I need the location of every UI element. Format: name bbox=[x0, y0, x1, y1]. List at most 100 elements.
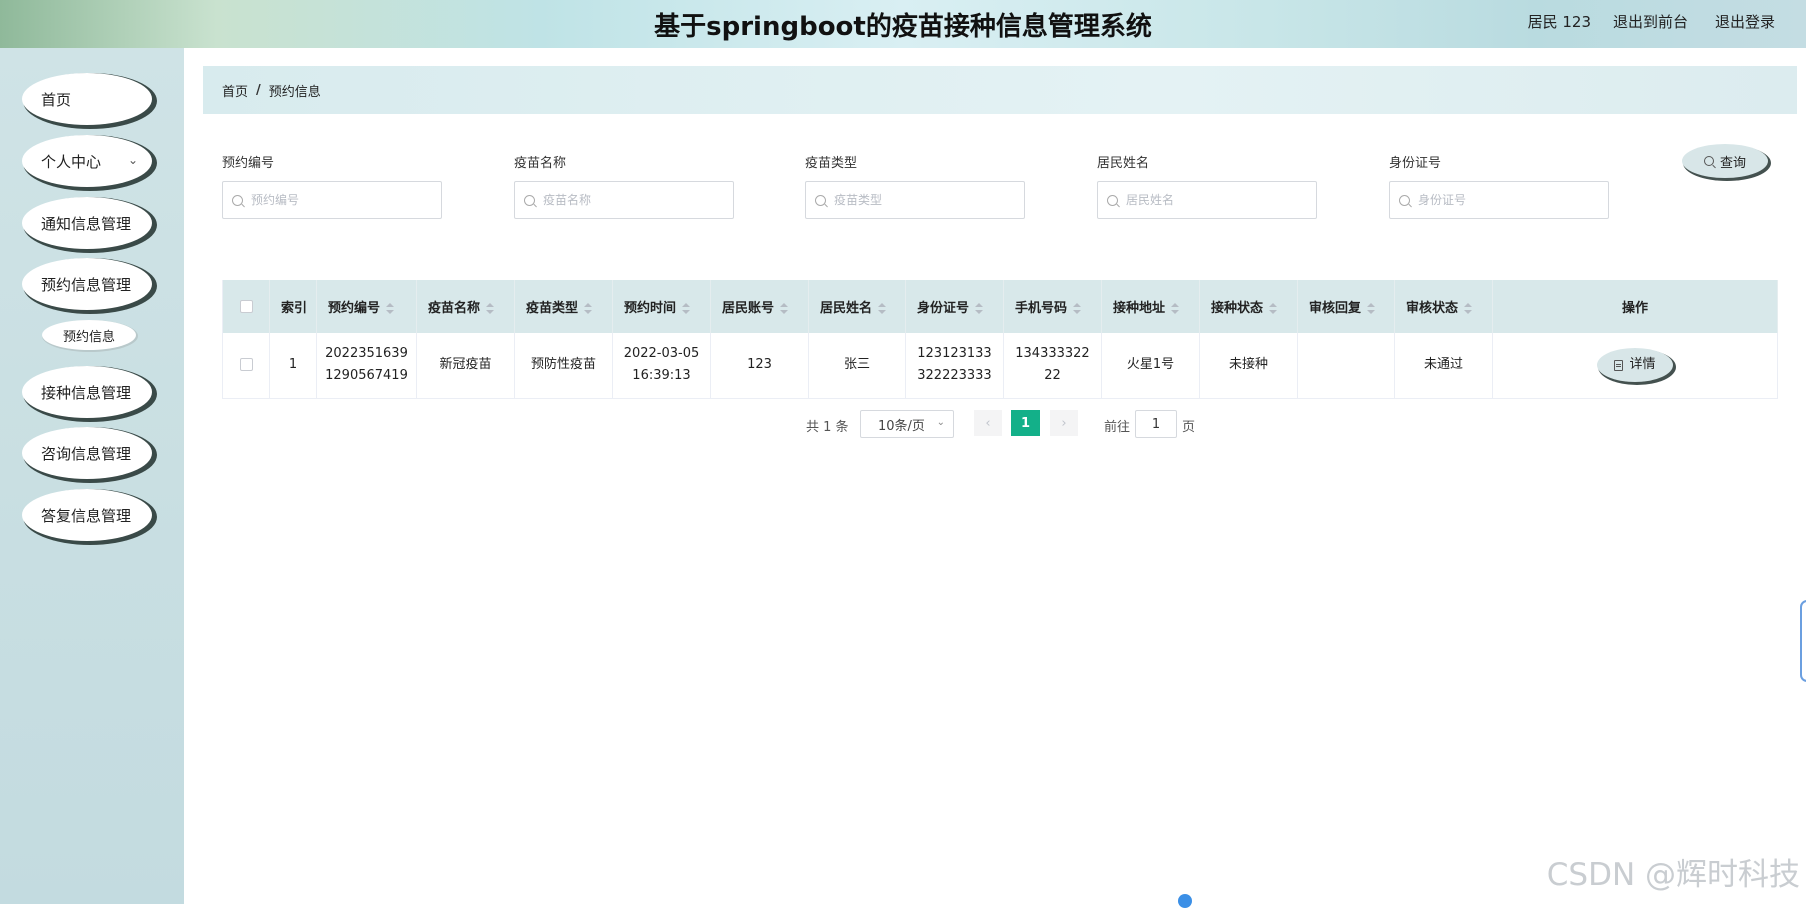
breadcrumb-home[interactable]: 首页 bbox=[222, 81, 248, 100]
sort-icon[interactable] bbox=[975, 303, 983, 315]
col-header-id-no[interactable]: 身份证号 bbox=[906, 280, 1004, 333]
sidebar-item-notice[interactable]: 通知信息管理 bbox=[22, 197, 152, 249]
sort-icon[interactable] bbox=[780, 303, 788, 315]
scroll-indicator[interactable] bbox=[1178, 894, 1192, 908]
sort-icon[interactable] bbox=[486, 303, 494, 315]
sidebar-item-reply[interactable]: 答复信息管理 bbox=[22, 489, 152, 541]
sort-icon[interactable] bbox=[1367, 303, 1375, 315]
col-header-order-no[interactable]: 预约编号 bbox=[317, 280, 417, 333]
col-header-address[interactable]: 接种地址 bbox=[1102, 280, 1200, 333]
field-label: 疫苗类型 bbox=[805, 152, 1027, 172]
col-header-review-status[interactable]: 审核状态 bbox=[1395, 280, 1493, 333]
sidebar-item-label: 个人中心 bbox=[41, 151, 101, 172]
sort-icon[interactable] bbox=[1073, 303, 1081, 315]
logout-link[interactable]: 退出登录 bbox=[1715, 11, 1775, 32]
chevron-down-icon: ⌄ bbox=[128, 153, 138, 167]
sidebar: 首页 个人中心⌄ 通知信息管理 预约信息管理 预约信息 接种信息管理 咨询信息管… bbox=[0, 48, 184, 904]
prev-page-button[interactable]: ‹ bbox=[974, 410, 1002, 436]
col-header-time[interactable]: 预约时间 bbox=[613, 280, 711, 333]
cell-review-reply bbox=[1298, 333, 1395, 398]
search-input-box[interactable] bbox=[805, 181, 1025, 219]
sort-icon[interactable] bbox=[584, 303, 592, 315]
search-field-resident-name: 居民姓名 bbox=[1097, 152, 1319, 219]
cell-time: 2022-03-0516:39:13 bbox=[613, 333, 711, 398]
detail-button-label: 详情 bbox=[1629, 354, 1655, 376]
sort-icon[interactable] bbox=[1171, 303, 1179, 315]
cell-phone: 13433332222 bbox=[1004, 333, 1102, 398]
sidebar-item-label: 答复信息管理 bbox=[41, 505, 131, 526]
cell-vaccine-name: 新冠疫苗 bbox=[417, 333, 515, 398]
search-field-vaccine-type: 疫苗类型 bbox=[805, 152, 1027, 219]
resident-name-input[interactable] bbox=[1126, 193, 1306, 207]
field-label: 疫苗名称 bbox=[514, 152, 736, 172]
id-no-input[interactable] bbox=[1418, 193, 1598, 207]
select-all-checkbox[interactable] bbox=[240, 300, 253, 313]
cell-id-no: 123123133322223333 bbox=[906, 333, 1004, 398]
page-number-1[interactable]: 1 bbox=[1011, 410, 1040, 436]
sidebar-subitem-appointment-info[interactable]: 预约信息 bbox=[42, 320, 136, 350]
goto-label: 前往 bbox=[1104, 416, 1130, 435]
sidebar-item-appointment[interactable]: 预约信息管理 bbox=[22, 258, 152, 310]
watermark: CSDN @辉时科技 bbox=[1547, 849, 1800, 894]
row-checkbox[interactable] bbox=[240, 358, 253, 371]
search-input-box[interactable] bbox=[1097, 181, 1317, 219]
sort-icon[interactable] bbox=[878, 303, 886, 315]
side-widget[interactable] bbox=[1800, 600, 1806, 682]
search-icon bbox=[815, 195, 826, 206]
search-input-box[interactable] bbox=[514, 181, 734, 219]
page-size-select[interactable]: 10条/页 ⌄ bbox=[860, 410, 954, 438]
field-label: 身份证号 bbox=[1389, 152, 1611, 172]
sort-icon[interactable] bbox=[386, 303, 394, 315]
vaccine-name-input[interactable] bbox=[543, 193, 723, 207]
sidebar-item-label: 首页 bbox=[41, 89, 71, 110]
col-header-vaccine-name[interactable]: 疫苗名称 bbox=[417, 280, 515, 333]
detail-button[interactable]: 详情 bbox=[1597, 348, 1673, 382]
back-to-front-link[interactable]: 退出到前台 bbox=[1613, 11, 1688, 32]
breadcrumb-current: 预约信息 bbox=[269, 81, 321, 100]
col-header-review-reply[interactable]: 审核回复 bbox=[1298, 280, 1395, 333]
sidebar-item-personal-center[interactable]: 个人中心 ⌄ bbox=[22, 135, 152, 187]
cell-account: 123 bbox=[711, 333, 809, 398]
search-icon bbox=[1704, 156, 1714, 166]
search-field-vaccine-name: 疫苗名称 bbox=[514, 152, 736, 219]
document-icon bbox=[1614, 360, 1623, 371]
col-header-phone[interactable]: 手机号码 bbox=[1004, 280, 1102, 333]
goto-page-input[interactable] bbox=[1135, 410, 1177, 438]
col-header-name[interactable]: 居民姓名 bbox=[809, 280, 906, 333]
query-button-label: 查询 bbox=[1720, 152, 1746, 171]
col-header-vacc-status[interactable]: 接种状态 bbox=[1200, 280, 1298, 333]
sidebar-item-label: 通知信息管理 bbox=[41, 213, 131, 234]
cell-vaccine-type: 预防性疫苗 bbox=[515, 333, 613, 398]
row-select-cell bbox=[223, 333, 270, 398]
next-page-button[interactable]: › bbox=[1050, 410, 1078, 436]
page-size-value: 10条/页 bbox=[878, 415, 925, 434]
sort-icon[interactable] bbox=[1269, 303, 1277, 315]
appointment-table: 索引 预约编号 疫苗名称 疫苗类型 预约时间 居民账号 居民姓名 身份证号 手机… bbox=[222, 280, 1778, 399]
col-header-account[interactable]: 居民账号 bbox=[711, 280, 809, 333]
search-input-box[interactable] bbox=[222, 181, 442, 219]
cell-address: 火星1号 bbox=[1102, 333, 1200, 398]
cell-name: 张三 bbox=[809, 333, 906, 398]
col-header-vaccine-type[interactable]: 疫苗类型 bbox=[515, 280, 613, 333]
field-label: 居民姓名 bbox=[1097, 152, 1319, 172]
order-no-input[interactable] bbox=[251, 193, 431, 207]
cell-index: 1 bbox=[270, 333, 317, 398]
search-icon bbox=[524, 195, 535, 206]
search-field-order-no: 预约编号 bbox=[222, 152, 444, 219]
sort-icon[interactable] bbox=[1464, 303, 1472, 315]
sort-icon[interactable] bbox=[682, 303, 690, 315]
search-input-box[interactable] bbox=[1389, 181, 1609, 219]
page-suffix: 页 bbox=[1182, 416, 1195, 435]
breadcrumb: 首页 / 预约信息 bbox=[203, 66, 1797, 114]
sidebar-item-home[interactable]: 首页 bbox=[22, 73, 152, 125]
field-label: 预约编号 bbox=[222, 152, 444, 172]
vaccine-type-input[interactable] bbox=[834, 193, 1014, 207]
query-button[interactable]: 查询 bbox=[1682, 144, 1768, 178]
col-header-action: 操作 bbox=[1493, 280, 1778, 333]
col-header-index: 索引 bbox=[270, 280, 317, 333]
top-header: 基于springboot的疫苗接种信息管理系统 居民 123 退出到前台 退出登… bbox=[0, 0, 1806, 48]
search-icon bbox=[1399, 195, 1410, 206]
current-user: 居民 123 bbox=[1528, 11, 1591, 32]
table-row: 1 20223516391290567419 新冠疫苗 预防性疫苗 2022-0… bbox=[223, 333, 1778, 398]
search-icon bbox=[1107, 195, 1118, 206]
